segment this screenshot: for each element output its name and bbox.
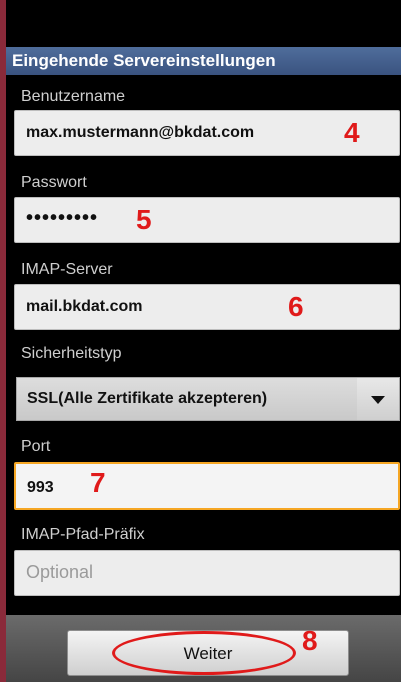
security-type-select[interactable]: SSL(Alle Zertifikate akzepteren) bbox=[16, 377, 400, 421]
port-value: 993 bbox=[27, 479, 54, 496]
window-frame bbox=[0, 0, 6, 682]
annotation-6: 6 bbox=[288, 291, 304, 322]
chevron-down-icon bbox=[371, 396, 385, 404]
security-type-value: SSL(Alle Zertifikate akzepteren) bbox=[27, 390, 268, 407]
imap-prefix-placeholder: Optional bbox=[26, 562, 94, 582]
username-field[interactable]: max.mustermann@bkdat.com bbox=[14, 110, 400, 156]
dropdown-button[interactable] bbox=[357, 378, 399, 420]
username-label: Benutzername bbox=[21, 88, 126, 105]
password-label: Passwort bbox=[21, 174, 87, 191]
page-title: Eingehende Servereinstellungen bbox=[6, 47, 401, 75]
imap-prefix-field[interactable]: Optional bbox=[14, 550, 400, 596]
imap-prefix-label: IMAP-Pfad-Präfix bbox=[21, 526, 145, 543]
imap-server-field[interactable]: mail.bkdat.com bbox=[14, 284, 400, 330]
annotation-highlight-ellipse bbox=[112, 631, 296, 675]
port-label: Port bbox=[21, 438, 51, 455]
annotation-5: 5 bbox=[136, 204, 152, 235]
port-field[interactable]: 993 bbox=[14, 462, 400, 510]
username-value: max.mustermann@bkdat.com bbox=[26, 124, 255, 141]
annotation-7: 7 bbox=[90, 467, 106, 498]
security-type-label: Sicherheitstyp bbox=[21, 345, 122, 362]
imap-server-label: IMAP-Server bbox=[21, 261, 113, 278]
imap-server-value: mail.bkdat.com bbox=[26, 298, 143, 315]
password-field[interactable]: ••••••••• bbox=[14, 197, 400, 243]
annotation-4: 4 bbox=[344, 117, 360, 148]
annotation-8: 8 bbox=[302, 625, 318, 656]
password-value: ••••••••• bbox=[26, 207, 99, 229]
